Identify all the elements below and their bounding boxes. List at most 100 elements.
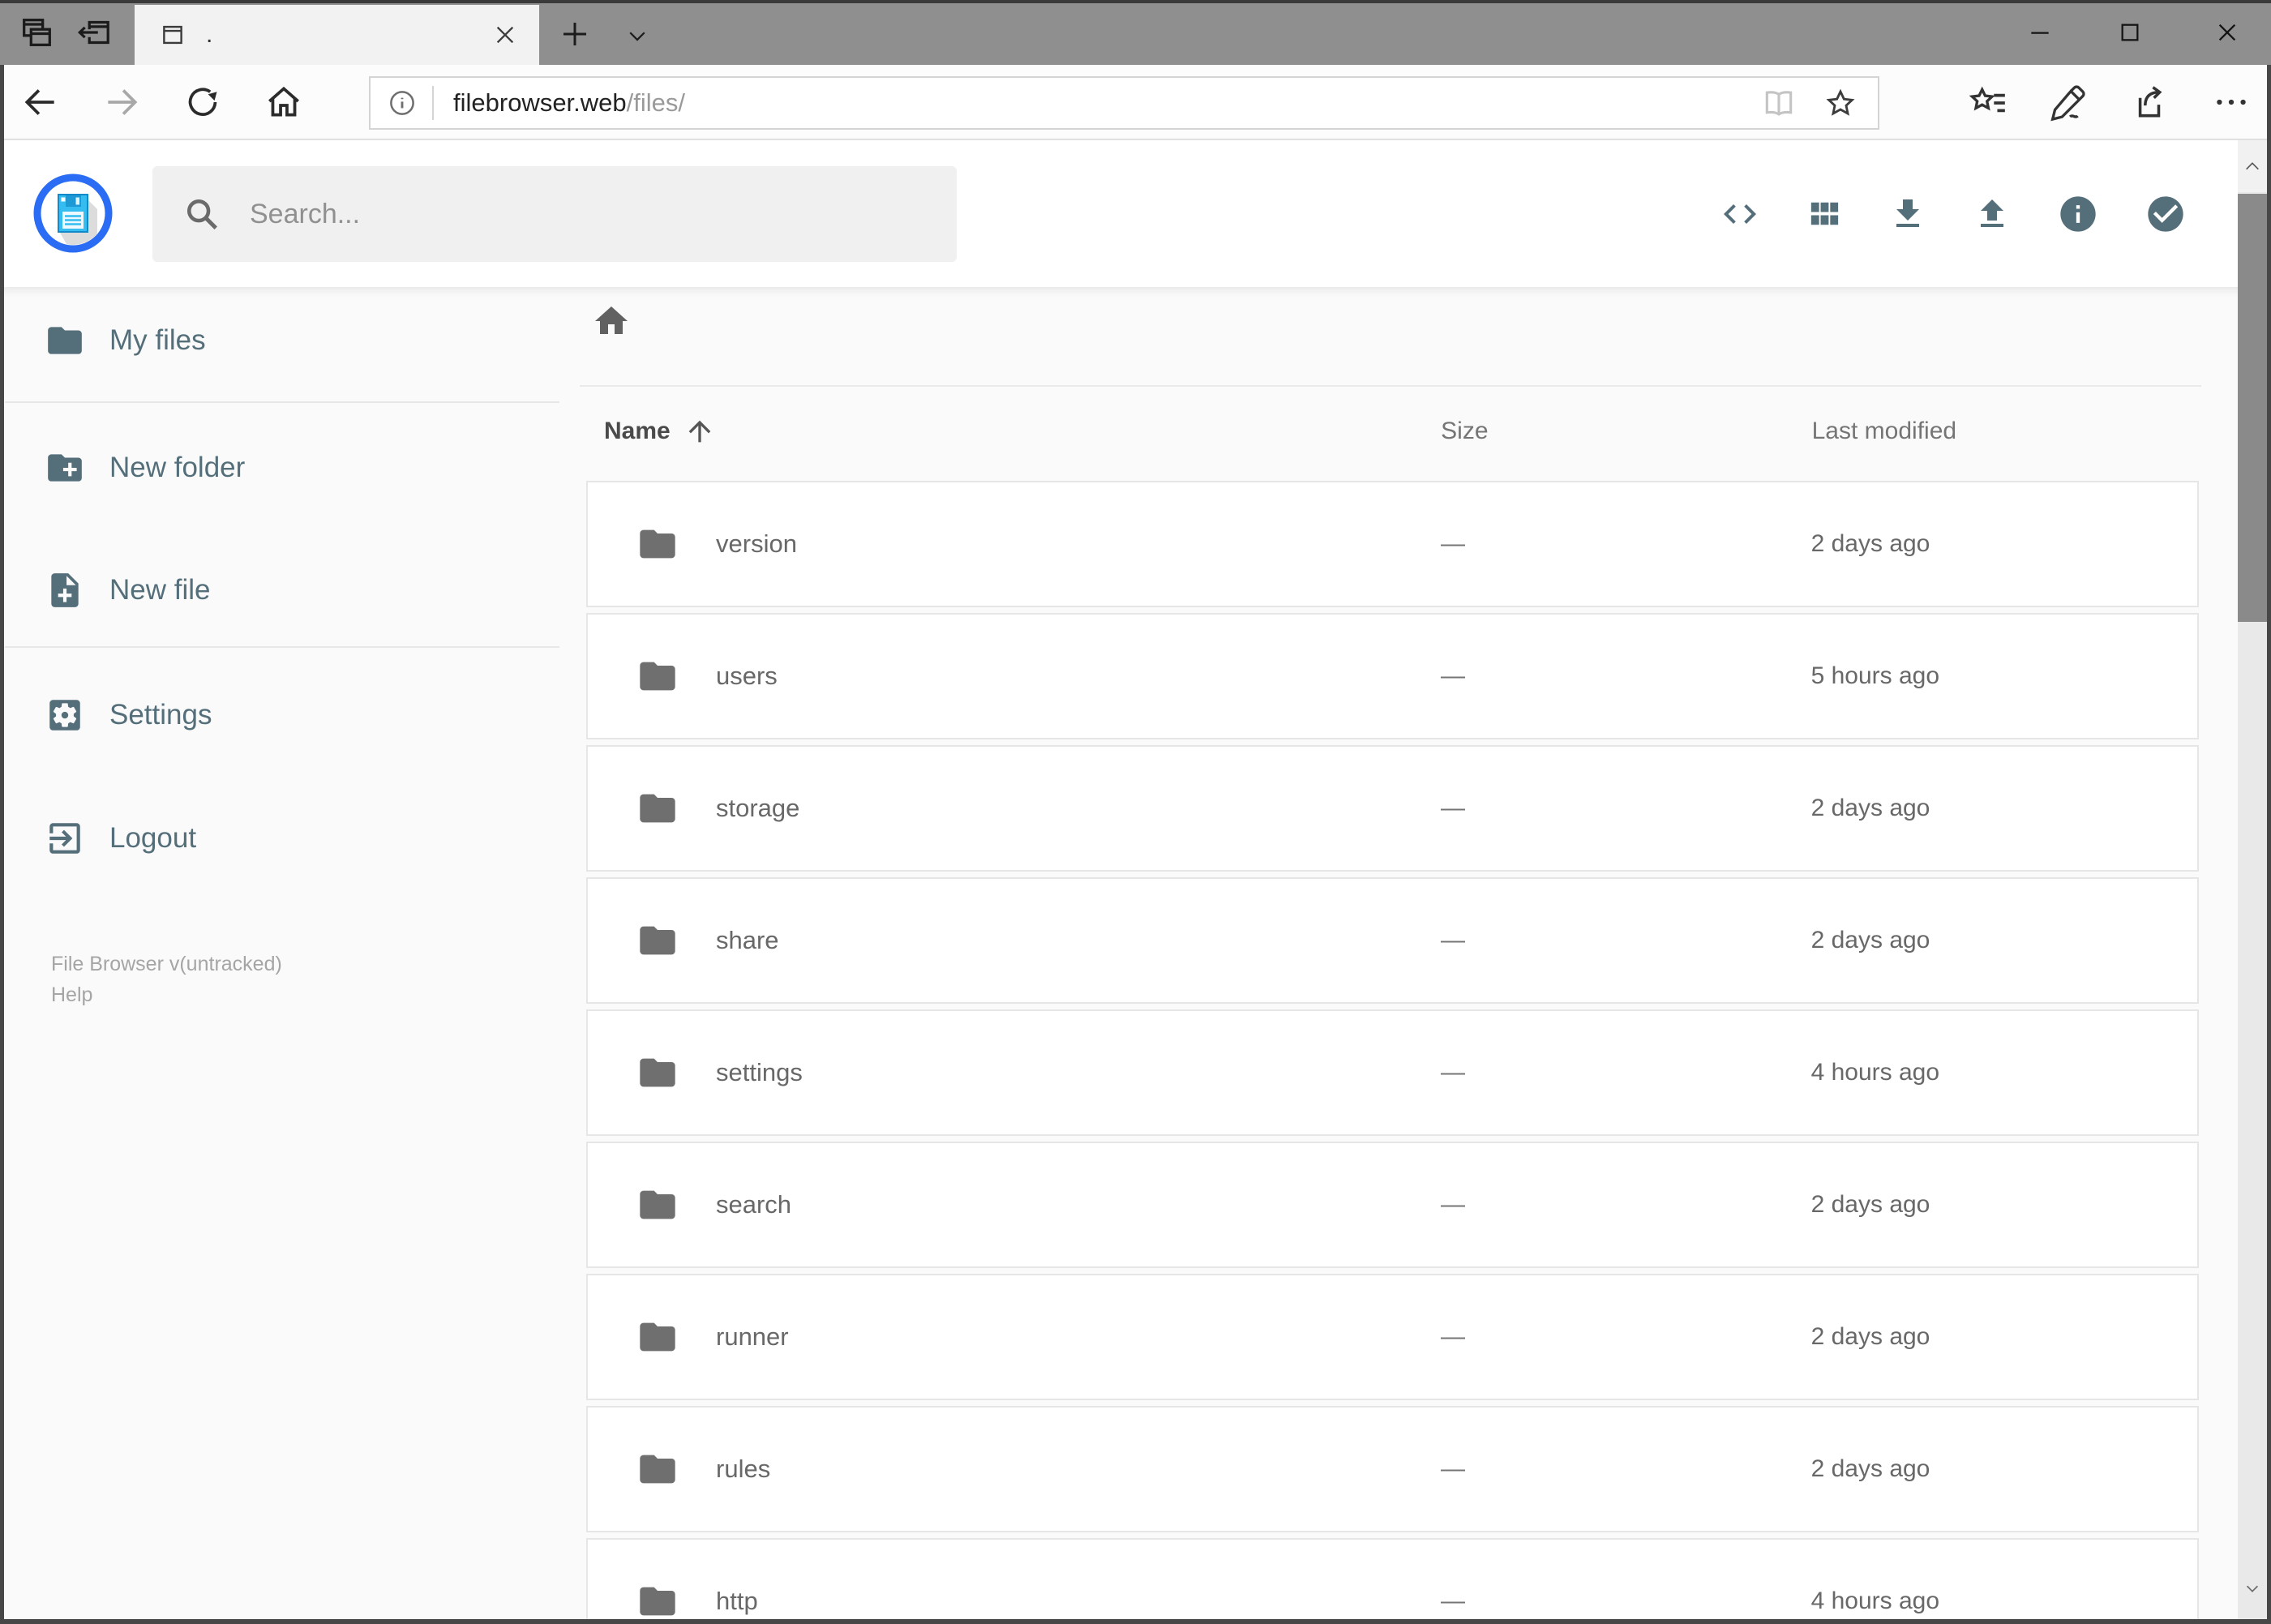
sidebar-item-my-files[interactable]: My files bbox=[0, 300, 565, 381]
scrollbar-thumb[interactable] bbox=[2238, 194, 2267, 622]
version-text: File Browser v(untracked) bbox=[51, 953, 282, 975]
file-size: — bbox=[1441, 1191, 1466, 1218]
file-name-cell: runner bbox=[588, 1316, 1441, 1358]
file-name: users bbox=[716, 662, 778, 690]
help-link[interactable]: Help bbox=[51, 979, 282, 1010]
breadcrumb-home-icon[interactable] bbox=[592, 302, 631, 341]
file-name: http bbox=[716, 1587, 758, 1615]
sidebar-item-label: Settings bbox=[109, 699, 212, 731]
folder-icon bbox=[636, 523, 679, 565]
file-row[interactable]: storage — 2 days ago bbox=[586, 745, 2199, 872]
file-modified: 2 days ago bbox=[1810, 1323, 1930, 1350]
refresh-icon[interactable] bbox=[182, 82, 223, 122]
column-header-name[interactable]: Name bbox=[586, 415, 1441, 448]
select-multiple-icon[interactable] bbox=[2145, 193, 2187, 235]
sidebar-item-label: New folder bbox=[109, 452, 246, 483]
file-name: search bbox=[716, 1190, 792, 1219]
folder-icon bbox=[636, 919, 679, 962]
search-input[interactable] bbox=[248, 197, 957, 231]
site-info-icon[interactable] bbox=[387, 88, 418, 118]
window-border-right bbox=[2267, 65, 2271, 1624]
column-header-modified[interactable]: Last modified bbox=[1812, 418, 2199, 445]
add-favorite-star-icon[interactable] bbox=[1824, 87, 1857, 119]
scrollbar[interactable] bbox=[2238, 140, 2267, 1619]
file-name: rules bbox=[716, 1455, 771, 1483]
new-tab-button[interactable] bbox=[558, 17, 592, 51]
forward-icon[interactable] bbox=[101, 82, 142, 122]
file-modified: 2 days ago bbox=[1810, 1455, 1930, 1482]
file-name: settings bbox=[716, 1058, 803, 1086]
reading-view-icon bbox=[1761, 85, 1797, 121]
url-text[interactable]: filebrowser.web/files/ bbox=[453, 88, 685, 118]
file-row[interactable]: users — 5 hours ago bbox=[586, 613, 2199, 739]
sidebar-item-new-file[interactable]: New file bbox=[0, 550, 565, 631]
folder-icon bbox=[636, 1316, 679, 1358]
browser-tab[interactable]: . bbox=[135, 5, 539, 65]
app-body: My files New folder New file Settings Lo… bbox=[0, 287, 2271, 1624]
file-size: — bbox=[1441, 530, 1466, 557]
file-row[interactable]: http — 4 hours ago bbox=[586, 1538, 2199, 1624]
grid-view-icon[interactable] bbox=[1805, 195, 1843, 233]
back-icon[interactable] bbox=[20, 82, 61, 122]
file-row[interactable]: settings — 4 hours ago bbox=[586, 1009, 2199, 1136]
file-size: — bbox=[1441, 1059, 1466, 1086]
filebrowser-logo[interactable] bbox=[32, 173, 114, 254]
close-window-button[interactable] bbox=[2188, 0, 2266, 65]
breadcrumb-divider bbox=[580, 385, 2201, 387]
file-name-cell: users bbox=[588, 655, 1441, 697]
hub-favorites-icon[interactable] bbox=[1968, 82, 2008, 122]
tab-close-icon[interactable] bbox=[492, 22, 518, 48]
folder-icon bbox=[636, 1052, 679, 1094]
sidebar-item-settings[interactable]: Settings bbox=[0, 675, 565, 756]
web-note-pen-icon[interactable] bbox=[2048, 82, 2089, 122]
search-icon bbox=[183, 195, 221, 233]
address-bar[interactable]: filebrowser.web/files/ bbox=[369, 76, 1879, 130]
scroll-down-button[interactable] bbox=[2238, 1562, 2267, 1614]
sidebar-item-new-folder[interactable]: New folder bbox=[0, 427, 565, 508]
file-row[interactable]: version — 2 days ago bbox=[586, 481, 2199, 607]
file-row[interactable]: share — 2 days ago bbox=[586, 877, 2199, 1004]
file-row[interactable]: runner — 2 days ago bbox=[586, 1274, 2199, 1400]
minimize-button[interactable] bbox=[2001, 0, 2079, 65]
maximize-button[interactable] bbox=[2091, 0, 2169, 65]
home-icon[interactable] bbox=[264, 82, 304, 122]
sidebar-item-logout[interactable]: Logout bbox=[0, 798, 565, 879]
tab-preview-icon[interactable] bbox=[18, 14, 55, 51]
scroll-up-button[interactable] bbox=[2238, 140, 2267, 192]
info-icon[interactable] bbox=[2057, 193, 2099, 235]
set-tabs-aside-icon[interactable] bbox=[75, 14, 112, 51]
raw-code-icon[interactable] bbox=[1720, 195, 1759, 234]
sidebar-item-label: My files bbox=[109, 324, 206, 356]
file-row[interactable]: rules — 2 days ago bbox=[586, 1406, 2199, 1532]
file-name-cell: http bbox=[588, 1580, 1441, 1622]
chevron-down-icon bbox=[2240, 1579, 2265, 1597]
url-host: filebrowser.web bbox=[453, 88, 627, 117]
window-top-edge bbox=[0, 0, 2271, 3]
file-name: storage bbox=[716, 794, 800, 822]
tab-list-dropdown-icon[interactable] bbox=[619, 24, 655, 48]
upload-icon[interactable] bbox=[1973, 195, 2012, 234]
sidebar-footer: File Browser v(untracked) Help bbox=[51, 949, 282, 1010]
share-icon[interactable] bbox=[2128, 82, 2169, 122]
search-bar[interactable] bbox=[152, 166, 957, 262]
folder-icon bbox=[636, 787, 679, 829]
file-modified: 2 days ago bbox=[1810, 530, 1930, 557]
more-options-icon[interactable] bbox=[2211, 82, 2252, 122]
download-icon[interactable] bbox=[1888, 195, 1927, 234]
file-name-cell: share bbox=[588, 919, 1441, 962]
file-size: — bbox=[1441, 1323, 1466, 1350]
tab-title: . bbox=[206, 21, 213, 48]
chevron-up-icon bbox=[2240, 157, 2265, 175]
file-size: — bbox=[1441, 662, 1466, 689]
sidebar-divider bbox=[5, 401, 559, 403]
file-size: — bbox=[1441, 795, 1466, 821]
folder-icon bbox=[636, 1184, 679, 1226]
browser-tab-bar: . bbox=[0, 0, 2271, 65]
header-actions bbox=[1720, 140, 2187, 287]
address-bar-divider bbox=[432, 86, 434, 120]
file-name-cell: version bbox=[588, 523, 1441, 565]
folder-icon bbox=[636, 1580, 679, 1622]
file-row[interactable]: search — 2 days ago bbox=[586, 1142, 2199, 1268]
browser-window: . filebrowser.web/files/ Search... My fi… bbox=[0, 0, 2271, 1624]
column-header-size[interactable]: Size bbox=[1441, 418, 1811, 445]
